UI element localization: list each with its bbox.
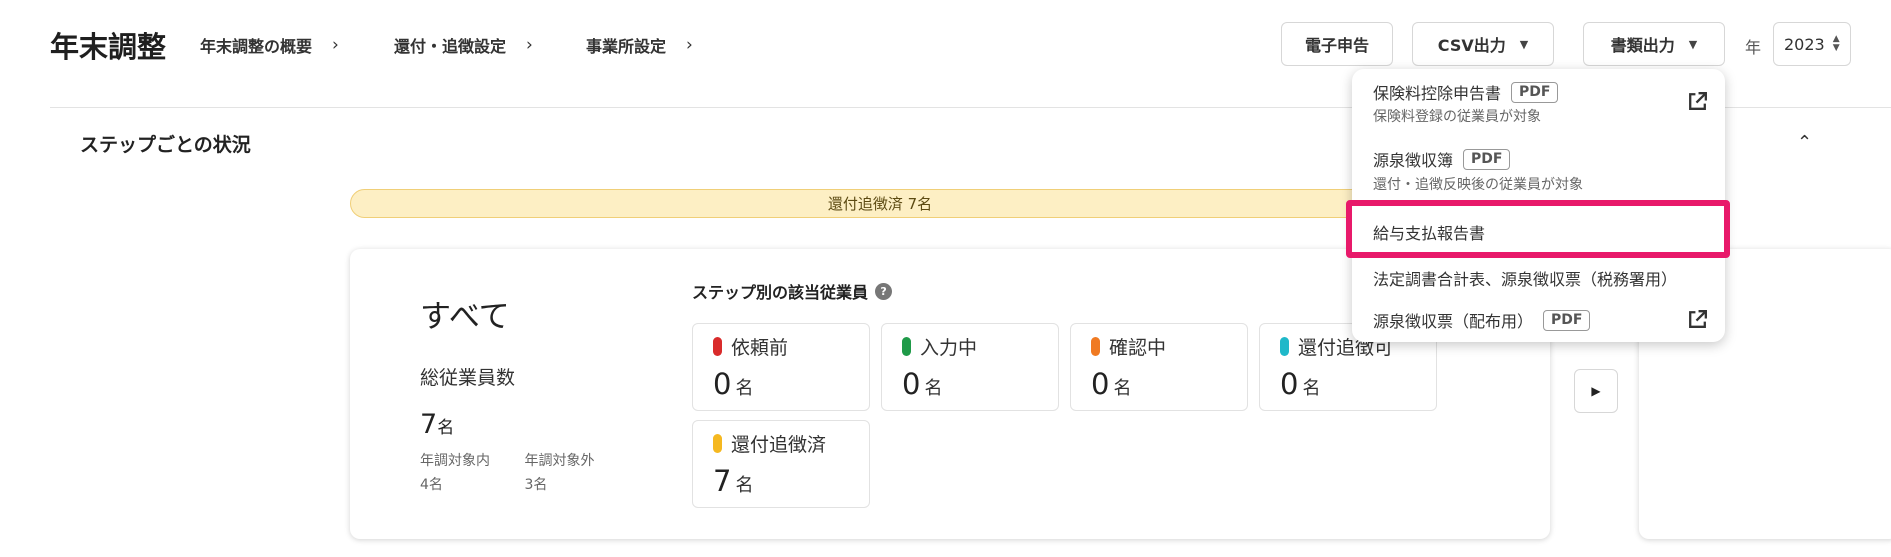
- chevron-right-icon: ›: [332, 35, 339, 55]
- status-progress-bar: 還付追徴済 7名: [350, 189, 1410, 218]
- breadcrumb-overview[interactable]: 年末調整の概要 ›: [200, 33, 339, 57]
- breadcrumb-office-settings[interactable]: 事業所設定 ›: [586, 33, 693, 57]
- breadcrumb-label: 事業所設定: [586, 37, 667, 56]
- step-label: 依頼前: [731, 337, 789, 359]
- caret-down-icon: ▼: [1519, 37, 1529, 51]
- menu-item-description: 保険料登録の従業員が対象: [1373, 109, 1541, 125]
- updown-arrows-icon: ▲ ▼: [1832, 34, 1840, 53]
- menu-item-label: 保険料控除申告書: [1373, 84, 1502, 103]
- step-label: 確認中: [1109, 337, 1167, 359]
- unit-label: 名: [924, 378, 943, 399]
- total-number: 7: [420, 409, 438, 440]
- step-label: 還付追徴済: [731, 434, 827, 456]
- page-title: 年末調整: [50, 30, 167, 64]
- step-card-inputting[interactable]: 入力中 0名: [881, 323, 1059, 411]
- breadcrumb-label: 還付・追徴設定: [394, 37, 507, 56]
- unit-label: 名: [735, 378, 754, 399]
- document-export-button[interactable]: 書類出力 ▼: [1583, 22, 1725, 66]
- status-dot-green: [902, 337, 911, 356]
- breadcrumb-refund-settings[interactable]: 還付・追徴設定 ›: [394, 33, 533, 57]
- menu-item-label: 法定調書合計表、源泉徴収票（税務署用）: [1373, 270, 1678, 289]
- menu-item-legal-summary[interactable]: 法定調書合計表、源泉徴収票（税務署用）: [1352, 257, 1725, 302]
- year-select[interactable]: 2023 ▲ ▼: [1773, 22, 1851, 66]
- csv-export-label: CSV出力: [1437, 36, 1506, 55]
- total-employees-label: 総従業員数: [420, 367, 516, 389]
- unit-label: 名: [1113, 378, 1132, 399]
- chevron-right-icon: ›: [526, 35, 533, 55]
- external-link-icon: [1689, 92, 1707, 110]
- unit-label: 名: [437, 418, 455, 438]
- step-count: 7: [713, 464, 732, 498]
- status-dot-cyan: [1280, 337, 1289, 356]
- help-icon[interactable]: ?: [875, 282, 893, 300]
- step-count: 0: [713, 367, 732, 401]
- step-card-refund-done[interactable]: 還付追徴済 7名: [692, 420, 870, 508]
- inside-target-label: 年調対象内: [420, 453, 490, 469]
- play-right-icon: ▶: [1591, 384, 1601, 398]
- status-dot-yellow: [713, 434, 722, 453]
- menu-item-label: 源泉徴収簿: [1373, 151, 1454, 170]
- menu-item-withholding-slip[interactable]: 源泉徴収票（配布用） PDF: [1352, 302, 1725, 342]
- step-count: 0: [1091, 367, 1110, 401]
- menu-item-label: 源泉徴収票（配布用）: [1373, 312, 1534, 331]
- year-value: 2023: [1784, 34, 1825, 54]
- steps-heading: ステップ別の該当従業員 ?: [692, 279, 893, 303]
- unit-label: 名: [1302, 378, 1321, 399]
- next-arrow-button[interactable]: ▶: [1574, 369, 1618, 413]
- external-link-icon: [1689, 310, 1707, 328]
- step-card-reviewing[interactable]: 確認中 0名: [1070, 323, 1248, 411]
- step-label: 入力中: [920, 337, 978, 359]
- section-title: ステップごとの状況: [80, 134, 251, 156]
- menu-item-description: 還付・追徴反映後の従業員が対象: [1373, 177, 1583, 193]
- pdf-badge: PDF: [1463, 148, 1511, 170]
- breadcrumb-label: 年末調整の概要: [200, 37, 313, 56]
- document-export-label: 書類出力: [1610, 36, 1675, 55]
- highlight-annotation: [1346, 200, 1730, 258]
- chevron-up-icon[interactable]: ⌃: [1797, 132, 1812, 153]
- menu-item-withholding-ledger[interactable]: 源泉徴収簿 PDF 還付・追徴反映後の従業員が対象: [1352, 131, 1725, 201]
- chevron-right-icon: ›: [686, 35, 693, 55]
- outside-target-value: 3名: [524, 477, 548, 493]
- e-filing-label: 電子申告: [1304, 36, 1369, 55]
- caret-down-icon: ▼: [1688, 37, 1698, 51]
- status-dot-orange: [1091, 337, 1100, 356]
- target-breakdown: 年調対象内 4名 年調対象外 3名: [420, 449, 624, 497]
- step-count: 0: [1280, 367, 1299, 401]
- unit-label: 名: [735, 475, 754, 496]
- status-dot-red: [713, 337, 722, 356]
- steps-heading-label: ステップ別の該当従業員: [692, 283, 869, 302]
- progress-label: 還付追徴済 7名: [827, 195, 933, 213]
- total-employees-value: 7名: [420, 409, 454, 440]
- all-title: すべて: [420, 299, 510, 335]
- year-label: 年: [1745, 38, 1762, 57]
- pdf-badge: PDF: [1511, 81, 1559, 103]
- outside-target-label: 年調対象外: [524, 453, 595, 469]
- csv-export-button[interactable]: CSV出力 ▼: [1412, 22, 1554, 66]
- menu-item-insurance-deduction[interactable]: 保険料控除申告書 PDF 保険料登録の従業員が対象: [1352, 69, 1725, 131]
- inside-target-value: 4名: [420, 477, 443, 493]
- step-count: 0: [902, 367, 921, 401]
- step-card-before-request[interactable]: 依頼前 0名: [692, 323, 870, 411]
- e-filing-button[interactable]: 電子申告: [1281, 22, 1393, 66]
- pdf-badge: PDF: [1543, 309, 1591, 331]
